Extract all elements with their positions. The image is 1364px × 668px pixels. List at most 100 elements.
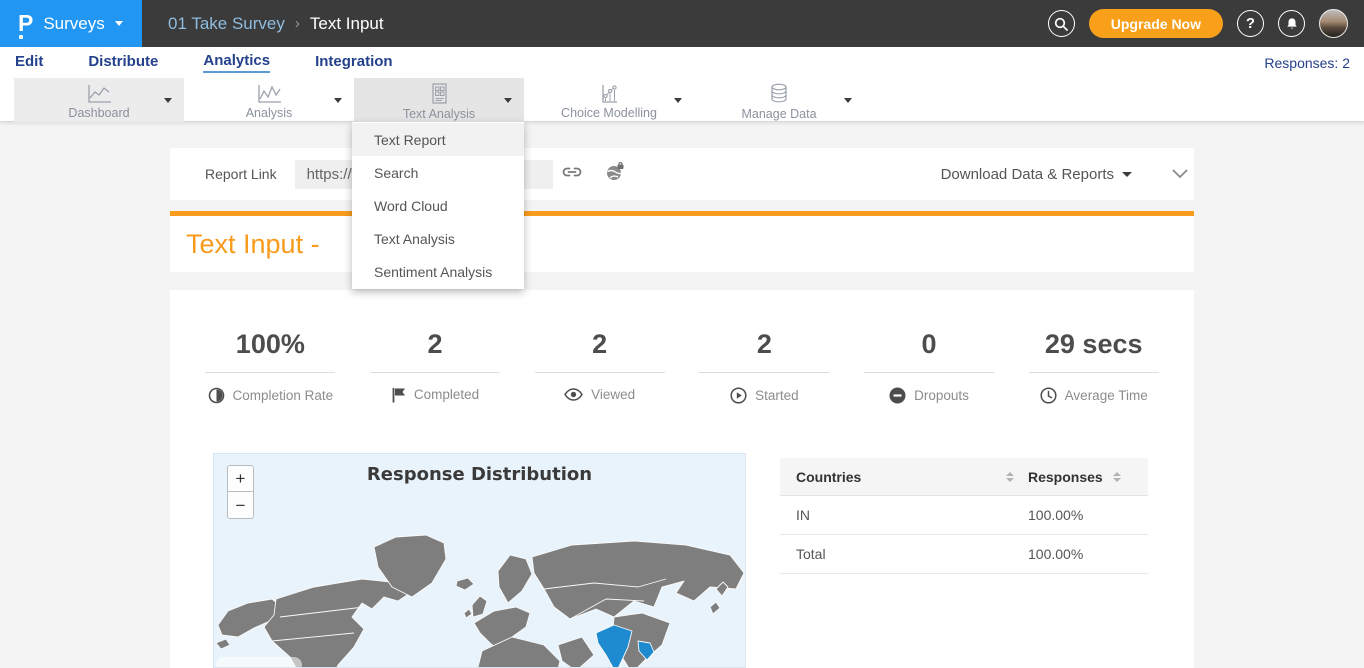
stat-value: 29 secs bbox=[1045, 330, 1143, 360]
upgrade-now-button[interactable]: Upgrade Now bbox=[1089, 9, 1223, 38]
stat-label: Completed bbox=[414, 387, 479, 402]
world-map[interactable] bbox=[214, 529, 746, 668]
minus-circle-icon bbox=[889, 387, 906, 404]
questionpro-logo-icon: P bbox=[18, 12, 33, 35]
half-pie-icon bbox=[208, 387, 225, 404]
tab-label: Dashboard bbox=[68, 106, 129, 120]
stat-value: 2 bbox=[427, 330, 442, 360]
search-icon bbox=[1054, 17, 1068, 31]
response-distribution-map[interactable]: Response Distribution + − bbox=[213, 453, 746, 668]
clock-icon bbox=[1040, 387, 1057, 404]
text-report-icon bbox=[427, 82, 451, 106]
help-button[interactable]: ? bbox=[1237, 10, 1264, 37]
question-mark-icon: ? bbox=[1246, 15, 1255, 32]
nav-item-distribute[interactable]: Distribute bbox=[88, 53, 158, 72]
responses-count: Responses: 2 bbox=[1264, 55, 1350, 71]
sort-icon[interactable] bbox=[1006, 472, 1014, 482]
stat-value: 0 bbox=[922, 330, 937, 360]
analytics-summary-card: 100% Completion Rate 2 Completed 2 Viewe… bbox=[170, 290, 1194, 668]
country-cell: IN bbox=[780, 507, 1028, 523]
database-icon bbox=[767, 82, 791, 106]
tab-label: Text Analysis bbox=[403, 107, 475, 121]
divider bbox=[1029, 372, 1159, 373]
search-button[interactable] bbox=[1048, 10, 1075, 37]
divider bbox=[535, 372, 665, 373]
question-title-card: Text Input - bbox=[170, 216, 1194, 272]
nav-item-edit[interactable]: Edit bbox=[15, 53, 43, 72]
tab-choice-modelling[interactable]: Choice Modelling bbox=[524, 78, 694, 122]
survey-nav: Edit Distribute Analytics Integration Re… bbox=[0, 47, 1364, 78]
chevron-down-icon bbox=[115, 21, 123, 26]
menu-item-word-cloud[interactable]: Word Cloud bbox=[352, 189, 524, 222]
map-zoom-out-button[interactable]: − bbox=[227, 492, 254, 519]
responses-cell: 100.00% bbox=[1028, 507, 1148, 523]
stat-completion-rate: 100% Completion Rate bbox=[188, 330, 353, 404]
column-label: Responses bbox=[1028, 469, 1103, 485]
stat-value: 2 bbox=[757, 330, 772, 360]
breadcrumb-current-page: Text Input bbox=[310, 14, 384, 34]
product-name: Surveys bbox=[43, 14, 104, 34]
stat-label: Viewed bbox=[591, 387, 635, 402]
top-bar: P Surveys 01 Take Survey › Text Input Up… bbox=[0, 0, 1364, 47]
divider bbox=[864, 372, 994, 373]
countries-table: Countries Responses IN 100.00% Total 100… bbox=[780, 458, 1148, 574]
stat-average-time: 29 secs Average Time bbox=[1011, 330, 1176, 404]
play-circle-icon bbox=[730, 387, 747, 404]
user-avatar[interactable] bbox=[1319, 9, 1348, 38]
copy-link-icon[interactable] bbox=[561, 163, 583, 186]
map-zoom-in-button[interactable]: + bbox=[227, 465, 254, 492]
tab-manage-data[interactable]: Manage Data bbox=[694, 78, 864, 122]
sort-icon[interactable] bbox=[1113, 472, 1121, 482]
brand-menu[interactable]: P Surveys bbox=[0, 0, 142, 47]
responses-cell: 100.00% bbox=[1028, 546, 1148, 562]
scatter-chart-icon bbox=[593, 83, 625, 105]
table-row: IN 100.00% bbox=[780, 496, 1148, 535]
chevron-down-icon[interactable] bbox=[164, 98, 172, 103]
stat-label: Started bbox=[755, 388, 799, 403]
chevron-down-icon[interactable] bbox=[334, 98, 342, 103]
tab-label: Choice Modelling bbox=[561, 106, 657, 120]
stat-viewed: 2 Viewed bbox=[517, 330, 682, 404]
breadcrumb-survey-link[interactable]: 01 Take Survey bbox=[168, 14, 285, 34]
column-header-responses[interactable]: Responses bbox=[1028, 469, 1148, 485]
menu-item-text-report[interactable]: Text Report bbox=[352, 123, 524, 156]
tab-label: Manage Data bbox=[741, 107, 816, 121]
map-zoom-controls: + − bbox=[227, 465, 254, 519]
stat-completed: 2 Completed bbox=[353, 330, 518, 404]
stat-label: Average Time bbox=[1065, 388, 1148, 403]
stat-dropouts: 0 Dropouts bbox=[847, 330, 1012, 404]
menu-item-search[interactable]: Search bbox=[352, 156, 524, 189]
divider bbox=[699, 372, 829, 373]
stat-value: 100% bbox=[236, 330, 305, 360]
map-attribution bbox=[216, 657, 302, 668]
stat-label: Completion Rate bbox=[233, 388, 334, 403]
nav-item-integration[interactable]: Integration bbox=[315, 53, 393, 72]
chevron-down-icon[interactable] bbox=[504, 98, 512, 103]
nav-item-analytics[interactable]: Analytics bbox=[203, 52, 270, 73]
divider bbox=[205, 372, 335, 373]
collapse-panel-chevron-icon[interactable] bbox=[1172, 165, 1188, 183]
tab-label: Analysis bbox=[246, 106, 293, 120]
tab-dashboard[interactable]: Dashboard bbox=[14, 78, 184, 122]
menu-item-sentiment-analysis[interactable]: Sentiment Analysis bbox=[352, 255, 524, 288]
chevron-down-icon[interactable] bbox=[674, 98, 682, 103]
map-title: Response Distribution bbox=[214, 464, 745, 485]
trend-chart-icon bbox=[253, 83, 285, 105]
chevron-down-icon bbox=[1122, 172, 1132, 177]
menu-item-text-analysis[interactable]: Text Analysis bbox=[352, 222, 524, 255]
column-header-countries[interactable]: Countries bbox=[780, 469, 1028, 485]
download-data-reports-dropdown[interactable]: Download Data & Reports bbox=[941, 166, 1132, 183]
country-cell: Total bbox=[780, 546, 1028, 562]
bell-icon bbox=[1285, 17, 1299, 31]
chevron-down-icon[interactable] bbox=[844, 98, 852, 103]
stat-label: Dropouts bbox=[914, 388, 969, 403]
page-title: Text Input - bbox=[186, 229, 320, 260]
tab-text-analysis[interactable]: Text Analysis bbox=[354, 78, 524, 122]
stat-started: 2 Started bbox=[682, 330, 847, 404]
tab-analysis[interactable]: Analysis bbox=[184, 78, 354, 122]
table-row: Total 100.00% bbox=[780, 535, 1148, 574]
line-chart-icon bbox=[83, 83, 115, 105]
notifications-button[interactable] bbox=[1278, 10, 1305, 37]
globe-lock-icon[interactable] bbox=[605, 162, 625, 187]
survey-stats-row: 100% Completion Rate 2 Completed 2 Viewe… bbox=[170, 290, 1194, 404]
